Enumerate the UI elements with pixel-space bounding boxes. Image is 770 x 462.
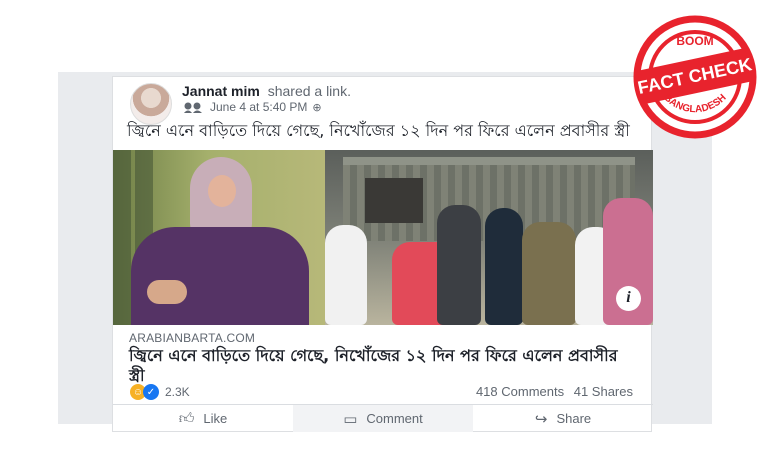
person <box>325 225 367 325</box>
reactions-summary[interactable]: ☺ ✓ 2.3K <box>130 384 190 400</box>
person <box>437 205 481 325</box>
share-arrow-icon: ↪ <box>534 410 548 428</box>
post-actions: 👍︎ Like ▭ Comment ↪ Share <box>113 404 653 432</box>
person <box>485 208 523 325</box>
doorway <box>365 178 423 223</box>
person <box>522 222 576 325</box>
post-message: জ্বিনে এনে বাড়িতে দিয়ে গেছে, নিখোঁজের … <box>127 121 630 140</box>
face <box>208 175 236 207</box>
crowd-photo <box>325 150 653 325</box>
link-preview-image[interactable]: i <box>113 150 653 325</box>
like-button[interactable]: 👍︎ Like <box>113 405 293 432</box>
author-name[interactable]: Jannat mim <box>182 83 260 99</box>
share-label: Share <box>556 411 592 426</box>
link-title[interactable]: জ্বিনে এনে বাড়িতে দিয়ে গেছে, নিখোঁজের … <box>129 346 619 386</box>
comment-share-stats[interactable]: 418 Comments 41 Shares <box>476 384 633 399</box>
post-timestamp[interactable]: June 4 at 5:40 PM <box>210 100 307 114</box>
boom-fact-check-stamp: FACT CHECK BOOM BANGLADESH <box>633 15 757 139</box>
thumbs-up-icon: 👍︎ <box>178 409 195 427</box>
profile-avatar[interactable] <box>130 83 172 125</box>
shares-count[interactable]: 41 Shares <box>574 384 633 399</box>
info-icon[interactable]: i <box>616 286 641 311</box>
tree-trunk <box>113 150 131 325</box>
post-author-line: Jannat mim shared a link. <box>182 83 351 99</box>
comment-bubble-icon: ▭ <box>343 410 358 428</box>
woman-figure <box>131 152 309 325</box>
reaction-count: 2.3K <box>165 385 190 399</box>
shared-link-text: shared a link. <box>267 83 351 99</box>
purple-dress <box>131 227 309 325</box>
like-label: Like <box>203 411 228 426</box>
comment-label: Comment <box>366 411 423 426</box>
woman-photo <box>113 150 325 325</box>
facebook-post-card: Jannat mim shared a link. June 4 at 5:40… <box>112 76 653 432</box>
comments-count[interactable]: 418 Comments <box>476 384 564 399</box>
like-reaction-icon: ✓ <box>143 384 159 400</box>
friends-icon <box>184 102 202 113</box>
post-meta-line: June 4 at 5:40 PM ⊕ <box>182 100 322 114</box>
comment-button[interactable]: ▭ Comment <box>293 405 473 432</box>
hand <box>147 280 187 304</box>
share-button[interactable]: ↪ Share <box>473 405 653 432</box>
link-source[interactable]: ARABIANBARTA.COM <box>129 331 255 345</box>
globe-icon: ⊕ <box>312 101 322 114</box>
boom-text: BOOM <box>676 34 713 48</box>
